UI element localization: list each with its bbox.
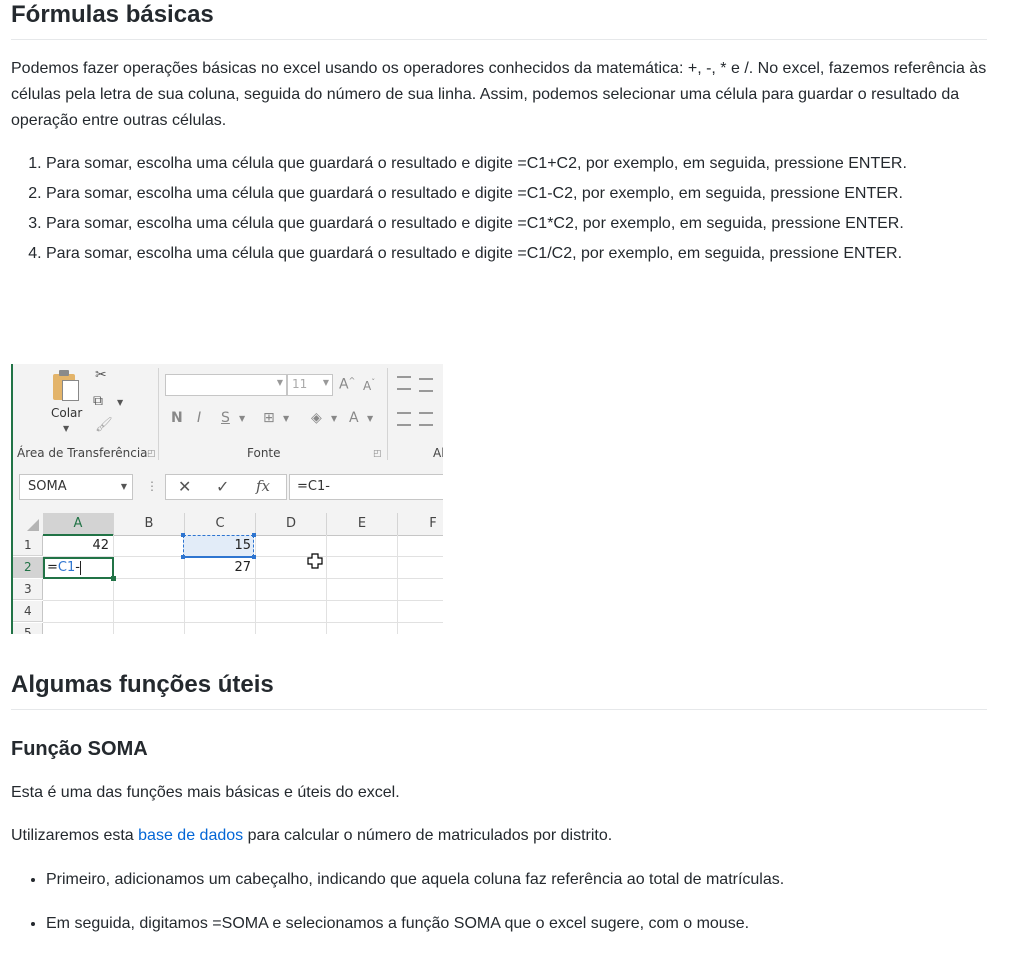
column-header-e[interactable]: E <box>327 513 398 535</box>
font-color-icon[interactable]: A <box>349 410 359 426</box>
database-text-prefix: Utilizaremos esta <box>11 827 139 844</box>
align-left-icon[interactable] <box>397 412 411 426</box>
intro-paragraph: Podemos fazer operações básicas no excel… <box>11 60 987 129</box>
section-heading-formulas: Fórmulas básicas <box>11 0 987 40</box>
excel-screenshot: Colar ▼ ✂ ⧉ ▼ 🖌 Área de Transferência ◰ … <box>11 364 443 634</box>
alignment-group-label: Al <box>433 446 443 460</box>
font-size-combobox[interactable]: 11 ▼ <box>287 374 333 396</box>
formula-buttons: ✕ ✓ fx <box>165 474 287 500</box>
borders-icon[interactable]: ⊞ <box>263 410 275 426</box>
grow-font-icon[interactable]: A^ <box>339 376 355 393</box>
row-header-1[interactable]: 1 <box>13 535 43 556</box>
name-box-value: SOMA <box>28 479 67 494</box>
bold-button[interactable]: N <box>171 410 183 426</box>
chevron-down-icon[interactable]: ▼ <box>331 414 337 423</box>
database-paragraph: Utilizaremos esta base de dados para cal… <box>11 823 612 849</box>
list-item: Para somar, escolha uma célula que guard… <box>46 241 1022 267</box>
select-all-corner[interactable] <box>13 513 43 535</box>
cancel-icon[interactable]: ✕ <box>178 477 191 496</box>
list-item: Primeiro, adicionamos um cabeçalho, indi… <box>46 867 1022 893</box>
font-size-value: 11 <box>292 377 308 391</box>
spreadsheet-grid: A B C D E F 1 2 3 4 5 42 15 27 =C1- <box>13 513 443 634</box>
column-header-d[interactable]: D <box>256 513 327 535</box>
formula-prefix: = <box>47 560 58 575</box>
italic-button[interactable]: I <box>197 410 201 426</box>
database-text-suffix: para calcular o número de matriculados p… <box>243 827 613 844</box>
list-item: Para somar, escolha uma célula que guard… <box>46 211 1022 237</box>
chevron-down-icon[interactable]: ▼ <box>63 424 69 433</box>
section-heading-funcoes: Algumas funções úteis <box>11 670 987 710</box>
steps-list: Para somar, escolha uma célula que guard… <box>11 151 1022 271</box>
enter-icon[interactable]: ✓ <box>216 477 229 496</box>
formula-value: =C1- <box>297 479 330 494</box>
column-header-f[interactable]: F <box>398 513 443 535</box>
formula-input[interactable]: =C1- <box>289 474 443 500</box>
copy-icon[interactable]: ⧉ <box>93 394 103 408</box>
cell-c1[interactable]: 15 <box>185 535 255 556</box>
name-box[interactable]: SOMA ▼ <box>19 474 133 500</box>
chevron-down-icon[interactable]: ▼ <box>239 414 245 423</box>
format-painter-icon[interactable]: 🖌 <box>95 418 113 432</box>
chevron-down-icon[interactable]: ▼ <box>367 414 373 423</box>
chevron-down-icon[interactable]: ▼ <box>277 378 283 387</box>
font-name-combobox[interactable]: ▼ <box>165 374 287 396</box>
row-header-2[interactable]: 2 <box>13 557 43 578</box>
formula-reference: C1 <box>57 560 76 575</box>
align-top-icon[interactable] <box>397 376 411 390</box>
chevron-down-icon[interactable]: ▼ <box>121 482 127 491</box>
column-header-row: A B C D E F <box>13 513 443 536</box>
chevron-down-icon[interactable]: ▼ <box>117 396 123 410</box>
cell-cursor-icon <box>307 553 323 569</box>
row-header-3[interactable]: 3 <box>13 579 43 600</box>
paste-button-label[interactable]: Colar <box>51 406 82 420</box>
align-center-icon[interactable] <box>419 412 433 426</box>
cut-icon[interactable]: ✂ <box>95 368 107 382</box>
shrink-font-icon[interactable]: Aˇ <box>363 378 375 393</box>
chevron-down-icon[interactable]: ▼ <box>323 378 329 387</box>
column-header-c[interactable]: C <box>185 513 256 535</box>
insert-function-icon[interactable]: fx <box>256 477 270 495</box>
list-item: Para somar, escolha uma célula que guard… <box>46 151 1022 177</box>
formula-bar-handle-icon[interactable]: ⋮ <box>146 479 158 493</box>
dialog-launcher-icon[interactable]: ◰ <box>147 449 156 459</box>
underline-button[interactable]: S <box>221 410 230 426</box>
database-link[interactable]: base de dados <box>138 827 243 844</box>
excel-ribbon: Colar ▼ ✂ ⧉ ▼ 🖌 Área de Transferência ◰ … <box>13 364 443 464</box>
soma-description: Esta é uma das funções mais básicas e út… <box>11 784 400 801</box>
align-middle-icon[interactable] <box>419 378 433 392</box>
cell-c2[interactable]: 27 <box>185 557 255 578</box>
list-item: Em seguida, digitamos =SOMA e selecionam… <box>46 911 1022 937</box>
list-item: Para somar, escolha uma célula que guard… <box>46 181 1022 207</box>
fill-handle[interactable] <box>111 576 116 581</box>
clipboard-group-label: Área de Transferência <box>17 446 148 460</box>
font-group-label: Fonte <box>247 446 281 460</box>
fill-color-icon[interactable]: ◈ <box>311 410 322 426</box>
row-header-4[interactable]: 4 <box>13 601 43 622</box>
formula-bar: SOMA ▼ ⋮ ✕ ✓ fx =C1- <box>13 471 443 501</box>
chevron-down-icon[interactable]: ▼ <box>283 414 289 423</box>
row-header-5[interactable]: 5 <box>13 623 43 634</box>
column-header-a[interactable]: A <box>43 513 114 536</box>
dialog-launcher-icon[interactable]: ◰ <box>373 449 382 459</box>
cell-a1[interactable]: 42 <box>43 535 113 556</box>
column-header-b[interactable]: B <box>114 513 185 535</box>
paste-icon[interactable] <box>53 370 79 401</box>
subheading-soma: Função SOMA <box>11 738 148 760</box>
bullet-list: Primeiro, adicionamos um cabeçalho, indi… <box>11 867 1022 955</box>
cell-a2-editing[interactable]: =C1- <box>43 557 114 579</box>
